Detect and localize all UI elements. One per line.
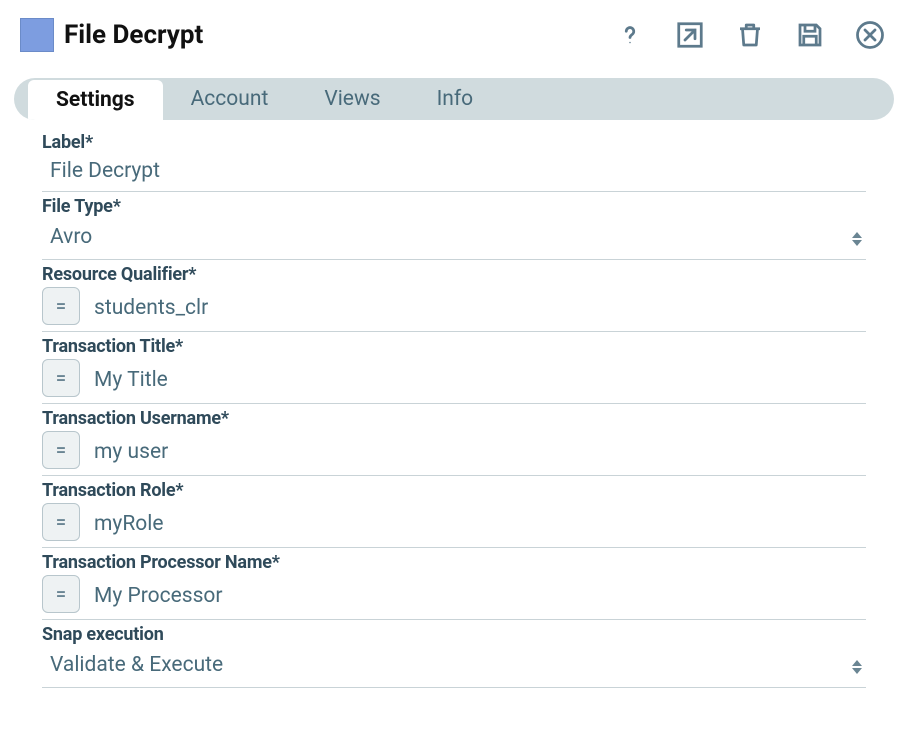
file-type-value: Avro [42,219,866,259]
settings-form: Label* File Type* Avro Resource Qualifie… [0,120,908,688]
input-row-resource-qualifier: = [42,287,866,332]
expression-toggle[interactable]: = [42,359,80,397]
snap-execution-label: Snap execution [42,624,866,645]
resource-qualifier-input[interactable] [90,287,866,331]
tabs-container: Settings Account Views Info [0,60,908,120]
expression-toggle[interactable]: = [42,431,80,469]
select-stepper-icon [852,232,862,246]
expression-toggle[interactable]: = [42,575,80,613]
field-transaction-processor-name: Transaction Processor Name* = [42,552,866,620]
transaction-role-input[interactable] [90,503,866,547]
question-icon [615,20,645,50]
dialog-header: File Decrypt [0,0,908,60]
header-actions [614,19,886,51]
tabs: Settings Account Views Info [14,78,894,120]
label-input[interactable] [42,155,866,191]
snap-execution-value: Validate & Execute [42,647,866,687]
label-label: Label* [42,132,866,153]
tab-settings[interactable]: Settings [28,80,163,120]
snap-execution-select[interactable]: Validate & Execute [42,647,866,688]
transaction-processor-name-input[interactable] [90,575,866,619]
trash-icon [735,20,765,50]
tab-views[interactable]: Views [296,78,408,120]
expression-toggle[interactable]: = [42,503,80,541]
delete-button[interactable] [734,19,766,51]
input-row-transaction-role: = [42,503,866,548]
file-type-label: File Type* [42,196,866,217]
field-transaction-title: Transaction Title* = [42,336,866,404]
tab-info[interactable]: Info [409,78,502,120]
save-button[interactable] [794,19,826,51]
transaction-username-input[interactable] [90,431,866,475]
color-swatch [20,18,54,52]
resource-qualifier-label: Resource Qualifier* [42,264,866,285]
file-type-select[interactable]: Avro [42,219,866,260]
field-transaction-role: Transaction Role* = [42,480,866,548]
field-resource-qualifier: Resource Qualifier* = [42,264,866,332]
close-button[interactable] [854,19,886,51]
tab-account[interactable]: Account [163,78,297,120]
expression-toggle[interactable]: = [42,287,80,325]
transaction-role-label: Transaction Role* [42,480,866,501]
transaction-title-input[interactable] [90,359,866,403]
select-stepper-icon [852,660,862,674]
field-label: Label* [42,132,866,192]
export-button[interactable] [674,19,706,51]
save-icon [795,20,825,50]
input-row-transaction-processor-name: = [42,575,866,620]
help-button[interactable] [614,19,646,51]
field-transaction-username: Transaction Username* = [42,408,866,476]
header-left: File Decrypt [20,18,203,52]
input-row-transaction-title: = [42,359,866,404]
transaction-username-label: Transaction Username* [42,408,866,429]
transaction-processor-name-label: Transaction Processor Name* [42,552,866,573]
field-file-type: File Type* Avro [42,196,866,260]
input-row-label [42,155,866,192]
transaction-title-label: Transaction Title* [42,336,866,357]
export-icon [675,20,705,50]
close-icon [855,20,885,50]
field-snap-execution: Snap execution Validate & Execute [42,624,866,688]
dialog-title: File Decrypt [64,20,203,50]
input-row-transaction-username: = [42,431,866,476]
